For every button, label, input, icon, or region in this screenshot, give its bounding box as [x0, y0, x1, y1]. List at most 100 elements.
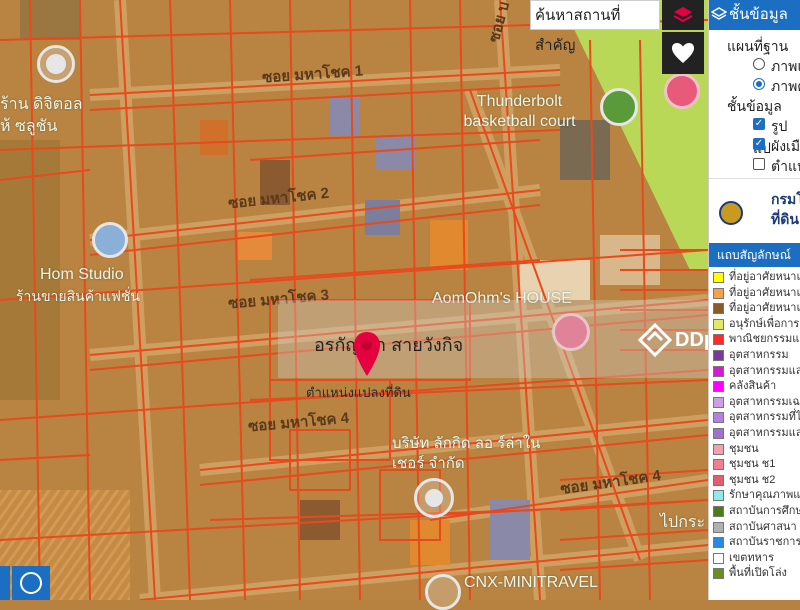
circle-icon [20, 572, 42, 594]
department-seal-icon [719, 201, 743, 225]
legend-item: คลังสินค้า [709, 379, 800, 395]
poi-label-hom-studio-sub: ร้านขายสินค้าแฟชั่น [16, 288, 140, 304]
hotel-icon[interactable] [664, 73, 700, 109]
legend-item: พื้นที่เปิดโล่ง [709, 566, 800, 582]
shop-icon[interactable] [92, 222, 128, 258]
legend-label: คลังสินค้า [729, 380, 777, 393]
legend-item: สถาบันราชการ [709, 535, 800, 551]
legend-item: ชุมชน ช2 [709, 473, 800, 489]
legend-swatch [713, 349, 724, 361]
department-banner: กรมโ ที่ดิน [709, 178, 800, 239]
legend-item: ชุมชน ช1 [709, 457, 800, 473]
department-title: กรมโ [771, 191, 800, 207]
legend-label: อนุรักษ์เพื่อการอ [729, 317, 800, 330]
basemap-option-label: ภาพแ [771, 58, 800, 74]
legend-label: อุตสาหกรรมที่ไม่ [729, 411, 800, 424]
legend-label: ที่อยู่อาศัยหนาแน่น [729, 286, 800, 299]
layer-item[interactable]: ตำแห [753, 156, 800, 178]
polygon-tool-button[interactable] [0, 566, 10, 600]
checkbox-unchecked[interactable] [753, 158, 765, 170]
layer-item[interactable]: ✓ ผังเมื [753, 136, 800, 158]
legend-label: ชุมชน ช1 [729, 458, 776, 471]
legend-swatch [713, 381, 724, 393]
legend-swatch [713, 552, 724, 564]
poi-label-left-top-2: ห้ ซลูชัน [0, 118, 58, 135]
legend-label: อุตสาหกรรมเฉพ [729, 395, 800, 408]
owner-name: อรกัญญา สายวังกิจ [314, 335, 464, 355]
radio-unselected[interactable] [753, 58, 765, 70]
legend-label: พื้นที่เปิดโล่ง [729, 567, 787, 580]
legend-item: ที่อยู่อาศัยหนาแน่น [709, 301, 800, 317]
legend-swatch [713, 568, 724, 580]
legend-item: ที่อยู่อาศัยหนาแน่น [709, 286, 800, 302]
search-input[interactable]: ค้นหาสถานที่สำคัญ [530, 0, 660, 54]
legend-item: สถาบันการศึกษ [709, 504, 800, 520]
legend-label: ที่อยู่อาศัยหนาแน่น [729, 271, 800, 283]
favorite-button[interactable] [662, 32, 704, 74]
poi-label-right-bottom[interactable]: ไปกระ [660, 510, 705, 535]
circle-tool-button[interactable] [12, 566, 50, 600]
heart-icon [672, 43, 694, 63]
legend-swatch [713, 334, 724, 346]
legend-label: สถาบันศาสนา [729, 520, 797, 533]
place-pin-icon[interactable] [46, 54, 66, 74]
basemap-heading: แผนที่ฐาน [727, 38, 789, 54]
legend-header: แถบสัญลักษณ์ [709, 243, 800, 267]
legend-swatch [713, 521, 724, 533]
legend-swatch [713, 474, 724, 486]
legend-label: อุตสาหกรรม [729, 348, 789, 361]
ddproperty-logo-icon [638, 323, 672, 357]
legend-list: ที่อยู่อาศัยหนาแน่นที่อยู่อาศัยหนาแน่นที… [709, 270, 800, 582]
legend-label: อุตสาหกรรมและ [729, 364, 800, 377]
legend-label: รักษาคุณภาพแล [729, 489, 800, 502]
legend-swatch [713, 505, 724, 517]
layers-icon [673, 7, 693, 23]
legend-label: ชุมชน [729, 442, 759, 455]
radio-selected[interactable] [753, 78, 765, 90]
poi-label-company[interactable]: บริษัท ลักกิด ลอ ร์ล่าในเชอร์ จำกัด [392, 434, 562, 474]
legend-label: พาณิชยกรรมและ [729, 333, 800, 346]
place-pin-icon[interactable] [425, 489, 443, 507]
department-subtitle: ที่ดิน [771, 211, 799, 227]
panel-title: ชั้นข้อมูล [729, 6, 788, 23]
legend-swatch [713, 537, 724, 549]
legend-label: สถาบันราชการ [729, 536, 800, 549]
basemap-option[interactable]: ภาพด [753, 76, 800, 98]
legend-swatch [713, 272, 724, 283]
legend-item: อุตสาหกรรมที่ไม่ [709, 410, 800, 426]
legend-swatch [713, 318, 724, 330]
legend-swatch [713, 443, 724, 455]
layer-panel: ชั้นข้อมูล แผนที่ฐาน ภาพแ ภาพด ชั้นข้อมู… [708, 0, 800, 600]
legend-item: ที่อยู่อาศัยหนาแน่น [709, 270, 800, 286]
sport-place-icon[interactable] [600, 88, 638, 126]
legend-item: อุตสาหกรรมและ [709, 426, 800, 442]
legend-swatch [713, 303, 724, 315]
legend-swatch [713, 365, 724, 377]
legend-swatch [713, 287, 724, 299]
checkbox-checked[interactable]: ✓ [753, 138, 765, 150]
legend-label: สถาบันการศึกษ [729, 504, 800, 517]
legend-item: อุตสาหกรรมเฉพ [709, 395, 800, 411]
layer-label: ตำแห [771, 158, 800, 174]
layers-heading: ชั้นข้อมูล [727, 98, 782, 114]
place-pin-icon[interactable] [425, 574, 461, 610]
layer-toggle-button[interactable] [662, 0, 704, 30]
legend-label: ที่อยู่อาศัยหนาแน่น [729, 302, 800, 315]
poi-label-thunderbolt[interactable]: Thunderbolt basketball court [442, 92, 597, 132]
basemap-option[interactable]: ภาพแ [753, 56, 800, 78]
legend-item: พาณิชยกรรมและ [709, 332, 800, 348]
legend-swatch [713, 490, 724, 502]
panel-header: ชั้นข้อมูล [709, 0, 800, 30]
legend-item: อุตสาหกรรมและ [709, 364, 800, 380]
poi-label-cnx[interactable]: CNX-MINITRAVEL [464, 574, 598, 592]
legend-item: อุตสาหกรรม [709, 348, 800, 364]
poi-label-hom-studio[interactable]: Hom Studio [40, 266, 124, 284]
checkbox-checked[interactable]: ✓ [753, 118, 765, 130]
legend-item: อนุรักษ์เพื่อการอ [709, 317, 800, 333]
layer-label: ผังเมื [771, 138, 800, 154]
layers-icon [711, 7, 727, 20]
location-pin-icon[interactable] [352, 330, 382, 378]
legend-label: ชุมชน ช2 [729, 473, 776, 486]
basemap-option-label: ภาพด [771, 78, 800, 94]
legend-item: รักษาคุณภาพแล [709, 488, 800, 504]
